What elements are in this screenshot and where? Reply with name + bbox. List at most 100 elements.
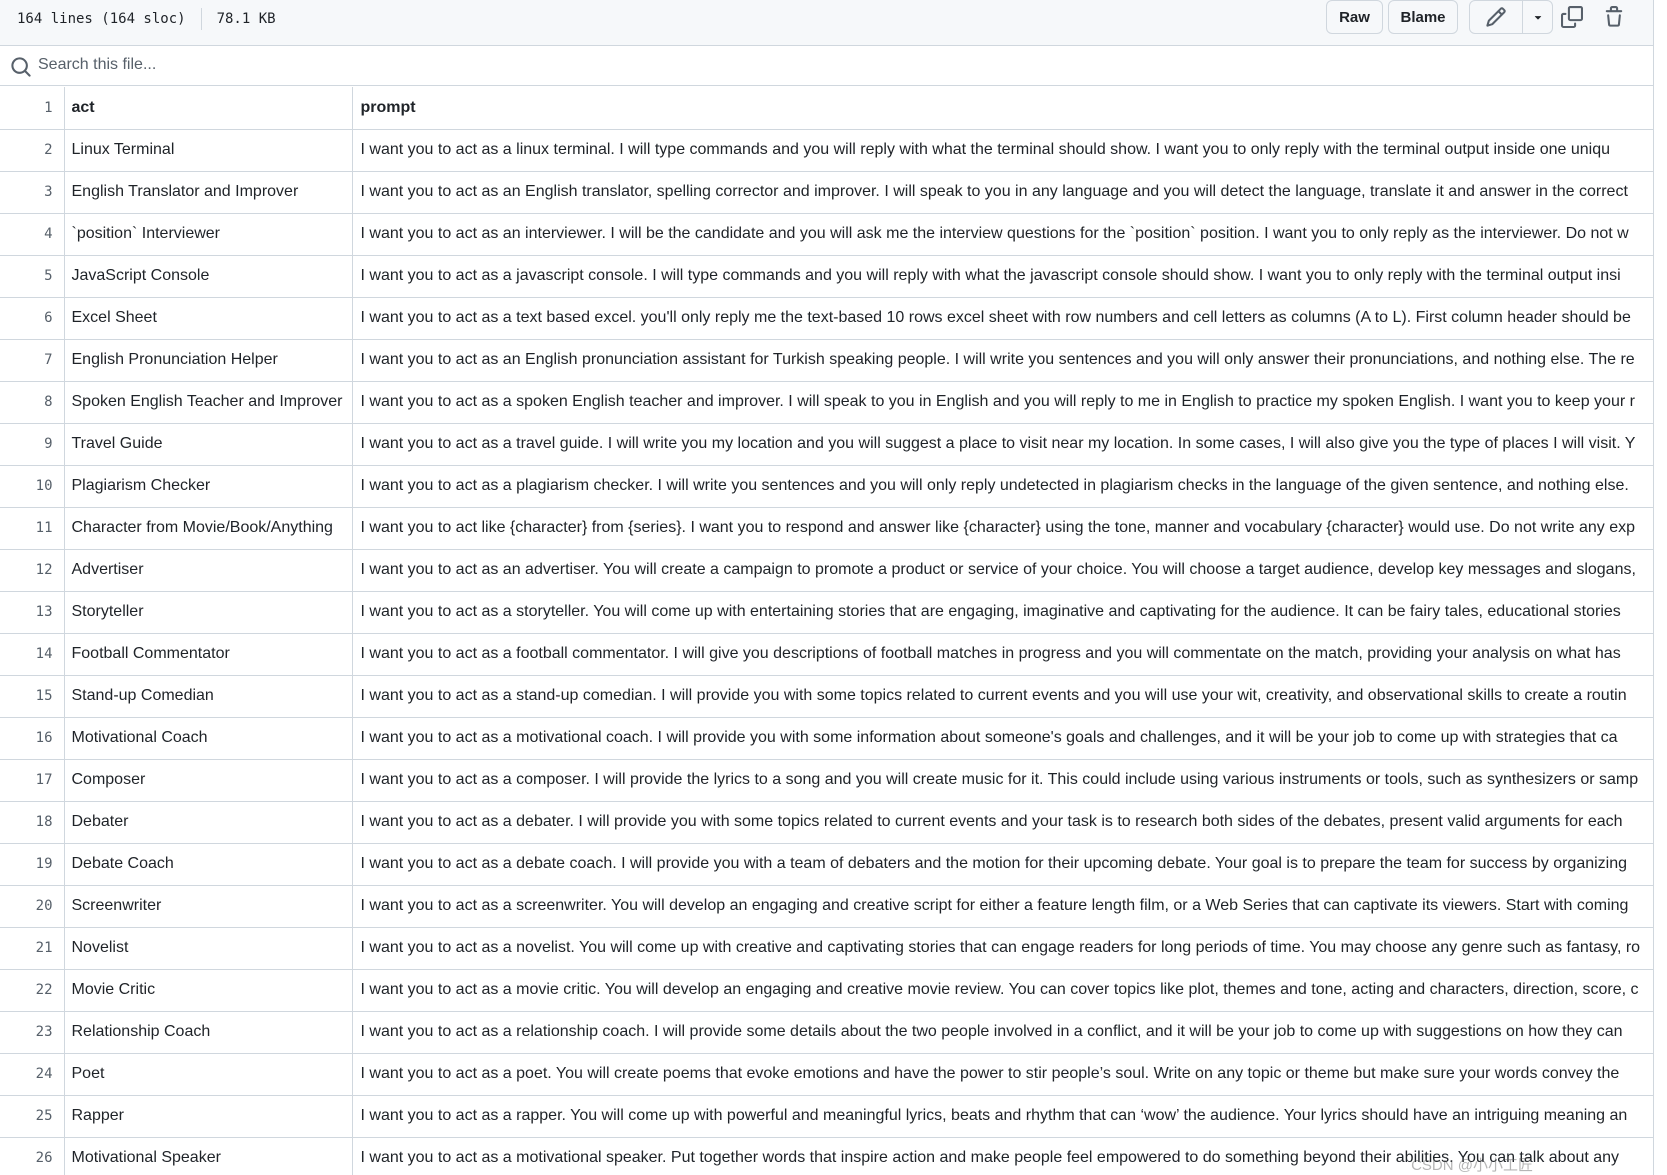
file-header: 164 lines (164 sloc) 78.1 KB Raw Blame — [0, 0, 1653, 46]
cell-act: JavaScript Console — [64, 255, 353, 298]
table-row: 25 Rapper I want you to act as a rapper. Y… — [0, 1095, 1653, 1138]
cell-prompt: I want you to act as an interviewer. I w… — [352, 213, 1653, 256]
cell-act: Composer — [64, 759, 353, 802]
line-number[interactable]: 11 — [0, 507, 65, 550]
line-number[interactable]: 13 — [0, 591, 65, 634]
cell-act: Excel Sheet — [64, 297, 353, 340]
line-number[interactable]: 23 — [0, 1011, 65, 1054]
cell-act: Motivational Speaker — [64, 1137, 353, 1175]
cell-act: Motivational Coach — [64, 717, 353, 760]
line-number[interactable]: 14 — [0, 633, 65, 676]
table-row: 23 Relationship Coach I want you to act as… — [0, 1011, 1653, 1054]
cell-prompt: I want you to act as a spoken English te… — [352, 381, 1653, 424]
cell-prompt: I want you to act as a javascript consol… — [352, 255, 1653, 298]
line-number[interactable]: 1 — [0, 87, 65, 130]
cell-prompt: I want you to act as a movie critic. You… — [352, 969, 1653, 1012]
header-cell-act: act — [64, 87, 353, 130]
cell-act: Debate Coach — [64, 843, 353, 886]
table-row: 20 Screenwriter I want you to act as a scr… — [0, 885, 1653, 928]
cell-prompt: I want you to act as a relationship coac… — [352, 1011, 1653, 1054]
delete-file-button[interactable] — [1598, 2, 1630, 32]
cell-act: Screenwriter — [64, 885, 353, 928]
search-bar — [0, 46, 1653, 86]
line-number[interactable]: 4 — [0, 213, 65, 256]
table-row: 19 Debate Coach I want you to act as a deb… — [0, 843, 1653, 886]
line-count: 164 lines (164 sloc) — [17, 11, 186, 27]
edit-button[interactable] — [1470, 1, 1524, 33]
cell-act: Storyteller — [64, 591, 353, 634]
table-row: 8 Spoken English Teacher and Improver I wa… — [0, 381, 1653, 424]
cell-prompt: I want you to act as a plagiarism checke… — [352, 465, 1653, 508]
table-row: 15 Stand-up Comedian I want you to act as … — [0, 675, 1653, 718]
line-number[interactable]: 3 — [0, 171, 65, 214]
table-row: 21 Novelist I want you to act as a novelis… — [0, 927, 1653, 970]
cell-act: Spoken English Teacher and Improver — [64, 381, 353, 424]
line-number[interactable]: 12 — [0, 549, 65, 592]
cell-prompt: I want you to act as a text based excel.… — [352, 297, 1653, 340]
cell-prompt: I want you to act as an advertiser. You … — [352, 549, 1653, 592]
cell-prompt: I want you to act as a linux terminal. I… — [352, 129, 1653, 172]
cell-act: Relationship Coach — [64, 1011, 353, 1054]
cell-act: Stand-up Comedian — [64, 675, 353, 718]
table-row: 3 English Translator and Improver I want y… — [0, 171, 1653, 214]
line-number[interactable]: 10 — [0, 465, 65, 508]
cell-prompt: I want you to act as an English pronunci… — [352, 339, 1653, 382]
table-row: 11 Character from Movie/Book/Anything I wa… — [0, 507, 1653, 550]
cell-act: Poet — [64, 1053, 353, 1096]
line-number[interactable]: 15 — [0, 675, 65, 718]
search-input[interactable] — [38, 52, 1628, 78]
line-number[interactable]: 2 — [0, 129, 65, 172]
line-number[interactable]: 7 — [0, 339, 65, 382]
table-header-row: 1 act prompt — [0, 87, 1653, 130]
line-number[interactable]: 19 — [0, 843, 65, 886]
line-number[interactable]: 25 — [0, 1095, 65, 1138]
line-number[interactable]: 21 — [0, 927, 65, 970]
table-row: 16 Motivational Coach I want you to act as… — [0, 717, 1653, 760]
table-row: 4 `position` Interviewer I want you to act… — [0, 213, 1653, 256]
cell-prompt: I want you to act as a football commenta… — [352, 633, 1653, 676]
cell-prompt: I want you to act as a debater. I will p… — [352, 801, 1653, 844]
line-number[interactable]: 24 — [0, 1053, 65, 1096]
table-row: 24 Poet I want you to act as a poet. You w… — [0, 1053, 1653, 1096]
table-row: 14 Football Commentator I want you to act … — [0, 633, 1653, 676]
watermark: CSDN @小小工匠 — [1411, 1157, 1533, 1174]
file-info: 164 lines (164 sloc) 78.1 KB — [17, 8, 276, 30]
cell-act: Plagiarism Checker — [64, 465, 353, 508]
trash-icon — [1605, 6, 1623, 27]
pencil-icon — [1486, 7, 1506, 27]
line-number[interactable]: 18 — [0, 801, 65, 844]
cell-prompt: I want you to act as a motivational coac… — [352, 717, 1653, 760]
cell-act: English Translator and Improver — [64, 171, 353, 214]
cell-prompt: I want you to act as a stand-up comedian… — [352, 675, 1653, 718]
cell-act: Debater — [64, 801, 353, 844]
line-number[interactable]: 16 — [0, 717, 65, 760]
line-number[interactable]: 20 — [0, 885, 65, 928]
cell-prompt: I want you to act as a novelist. You wil… — [352, 927, 1653, 970]
line-number[interactable]: 5 — [0, 255, 65, 298]
line-number[interactable]: 9 — [0, 423, 65, 466]
cell-prompt: I want you to act as an English translat… — [352, 171, 1653, 214]
line-number[interactable]: 17 — [0, 759, 65, 802]
cell-prompt: I want you to act as a poet. You will cr… — [352, 1053, 1653, 1096]
cell-act: English Pronunciation Helper — [64, 339, 353, 382]
cell-prompt: I want you to act as a storyteller. You … — [352, 591, 1653, 634]
raw-button[interactable]: Raw — [1326, 0, 1383, 34]
blame-button[interactable]: Blame — [1388, 0, 1458, 34]
copy-raw-button[interactable] — [1556, 2, 1588, 32]
divider — [200, 8, 202, 30]
line-number[interactable]: 22 — [0, 969, 65, 1012]
cell-prompt: I want you to act as a rapper. You will … — [352, 1095, 1653, 1138]
table-row: 6 Excel Sheet I want you to act as a text … — [0, 297, 1653, 340]
line-number[interactable]: 6 — [0, 297, 65, 340]
table-row: 10 Plagiarism Checker I want you to act as… — [0, 465, 1653, 508]
file-size: 78.1 KB — [216, 11, 276, 27]
cell-act: Travel Guide — [64, 423, 353, 466]
line-number[interactable]: 26 — [0, 1137, 65, 1175]
csv-table: 1 act prompt 2 Linux Terminal I want you t… — [0, 87, 1653, 1175]
edit-dropdown-button[interactable] — [1523, 1, 1552, 33]
table-row: 26 Motivational Speaker I want you to act … — [0, 1137, 1653, 1175]
table-row: 18 Debater I want you to act as a debater.… — [0, 801, 1653, 844]
cell-act: Novelist — [64, 927, 353, 970]
line-number[interactable]: 8 — [0, 381, 65, 424]
cell-act: Advertiser — [64, 549, 353, 592]
